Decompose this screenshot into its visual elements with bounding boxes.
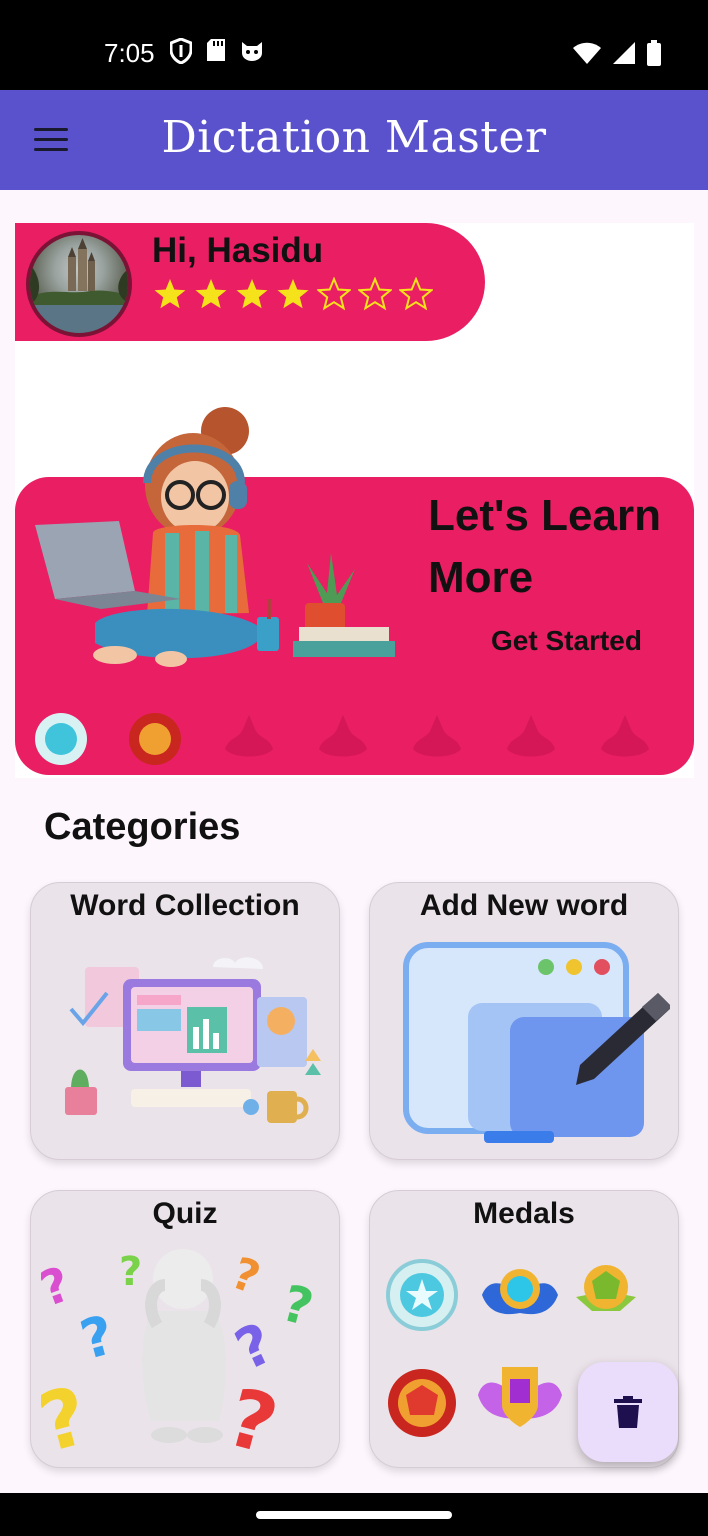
svg-text:?: ? [225, 1248, 266, 1305]
wifi-icon [573, 42, 601, 64]
svg-text:?: ? [41, 1256, 78, 1318]
category-card-word-collection[interactable]: Word Collection [30, 882, 340, 1160]
category-card-add-new-word[interactable]: Add New word [369, 882, 679, 1160]
card-title: Word Collection [70, 889, 300, 922]
avatar[interactable] [26, 231, 132, 337]
medal-progress-row [31, 709, 694, 769]
rating-stars [153, 277, 433, 311]
battery-icon [647, 40, 661, 66]
star-filled-icon [154, 279, 186, 309]
svg-text:?: ? [226, 1311, 283, 1384]
main-content: Hi, Hasidu Let's Learn More Get Started [0, 190, 708, 1493]
greeting-text: Hi, Hasidu [152, 231, 324, 270]
signal-icon [613, 42, 635, 64]
star-filled-icon [195, 279, 227, 309]
svg-text:?: ? [119, 1249, 142, 1295]
medal-earned-icon [129, 713, 181, 765]
svg-text:?: ? [41, 1369, 98, 1459]
status-time: 7:05 [104, 38, 155, 68]
card-title: Quiz [152, 1197, 218, 1230]
castle-landscape-icon [30, 238, 128, 333]
card-title: Medals [473, 1197, 575, 1230]
home-gesture-handle[interactable] [256, 1511, 452, 1519]
shield-icon [170, 38, 192, 64]
medal-locked-icon [413, 715, 461, 757]
svg-text:?: ? [276, 1274, 319, 1338]
svg-text:?: ? [74, 1303, 121, 1372]
status-bar: 7:05 [0, 0, 708, 90]
medal-locked-icon [507, 715, 555, 757]
medal-locked-icon [319, 715, 367, 757]
svg-text:?: ? [218, 1371, 287, 1459]
star-filled-icon [236, 279, 268, 309]
star-empty-icon [317, 277, 351, 311]
medal-locked-icon [225, 715, 273, 757]
hero-section: Hi, Hasidu Let's Learn More Get Started [15, 223, 694, 778]
edit-window-icon [403, 942, 670, 1143]
card-title: Add New word [419, 889, 629, 922]
get-started-button[interactable]: Get Started [491, 625, 642, 657]
banner-title: Let's Learn More [428, 491, 661, 602]
star-empty-icon [399, 277, 433, 311]
medal-locked-icon [601, 715, 649, 757]
student-illustration [35, 407, 395, 667]
star-filled-icon [277, 279, 309, 309]
question-figure-icon: ? ? ? ? ? ? ? ? [41, 1248, 319, 1459]
trash-icon [614, 1396, 642, 1428]
profile-card[interactable]: Hi, Hasidu [15, 223, 485, 341]
cat-icon [242, 42, 262, 61]
sd-card-icon [207, 39, 225, 61]
category-card-quiz[interactable]: Quiz ? ? ? ? ? ? ? ? [30, 1190, 340, 1468]
delete-fab-button[interactable] [578, 1362, 678, 1462]
computer-dashboard-icon [65, 957, 321, 1123]
system-nav-bar [0, 1493, 708, 1536]
app-title: Dictation Master [161, 112, 547, 163]
star-empty-icon [358, 277, 392, 311]
app-bar: Dictation Master [0, 90, 708, 190]
categories-heading: Categories [44, 806, 241, 848]
medal-locked-icon [689, 709, 694, 769]
medal-earned-icon [35, 713, 87, 765]
